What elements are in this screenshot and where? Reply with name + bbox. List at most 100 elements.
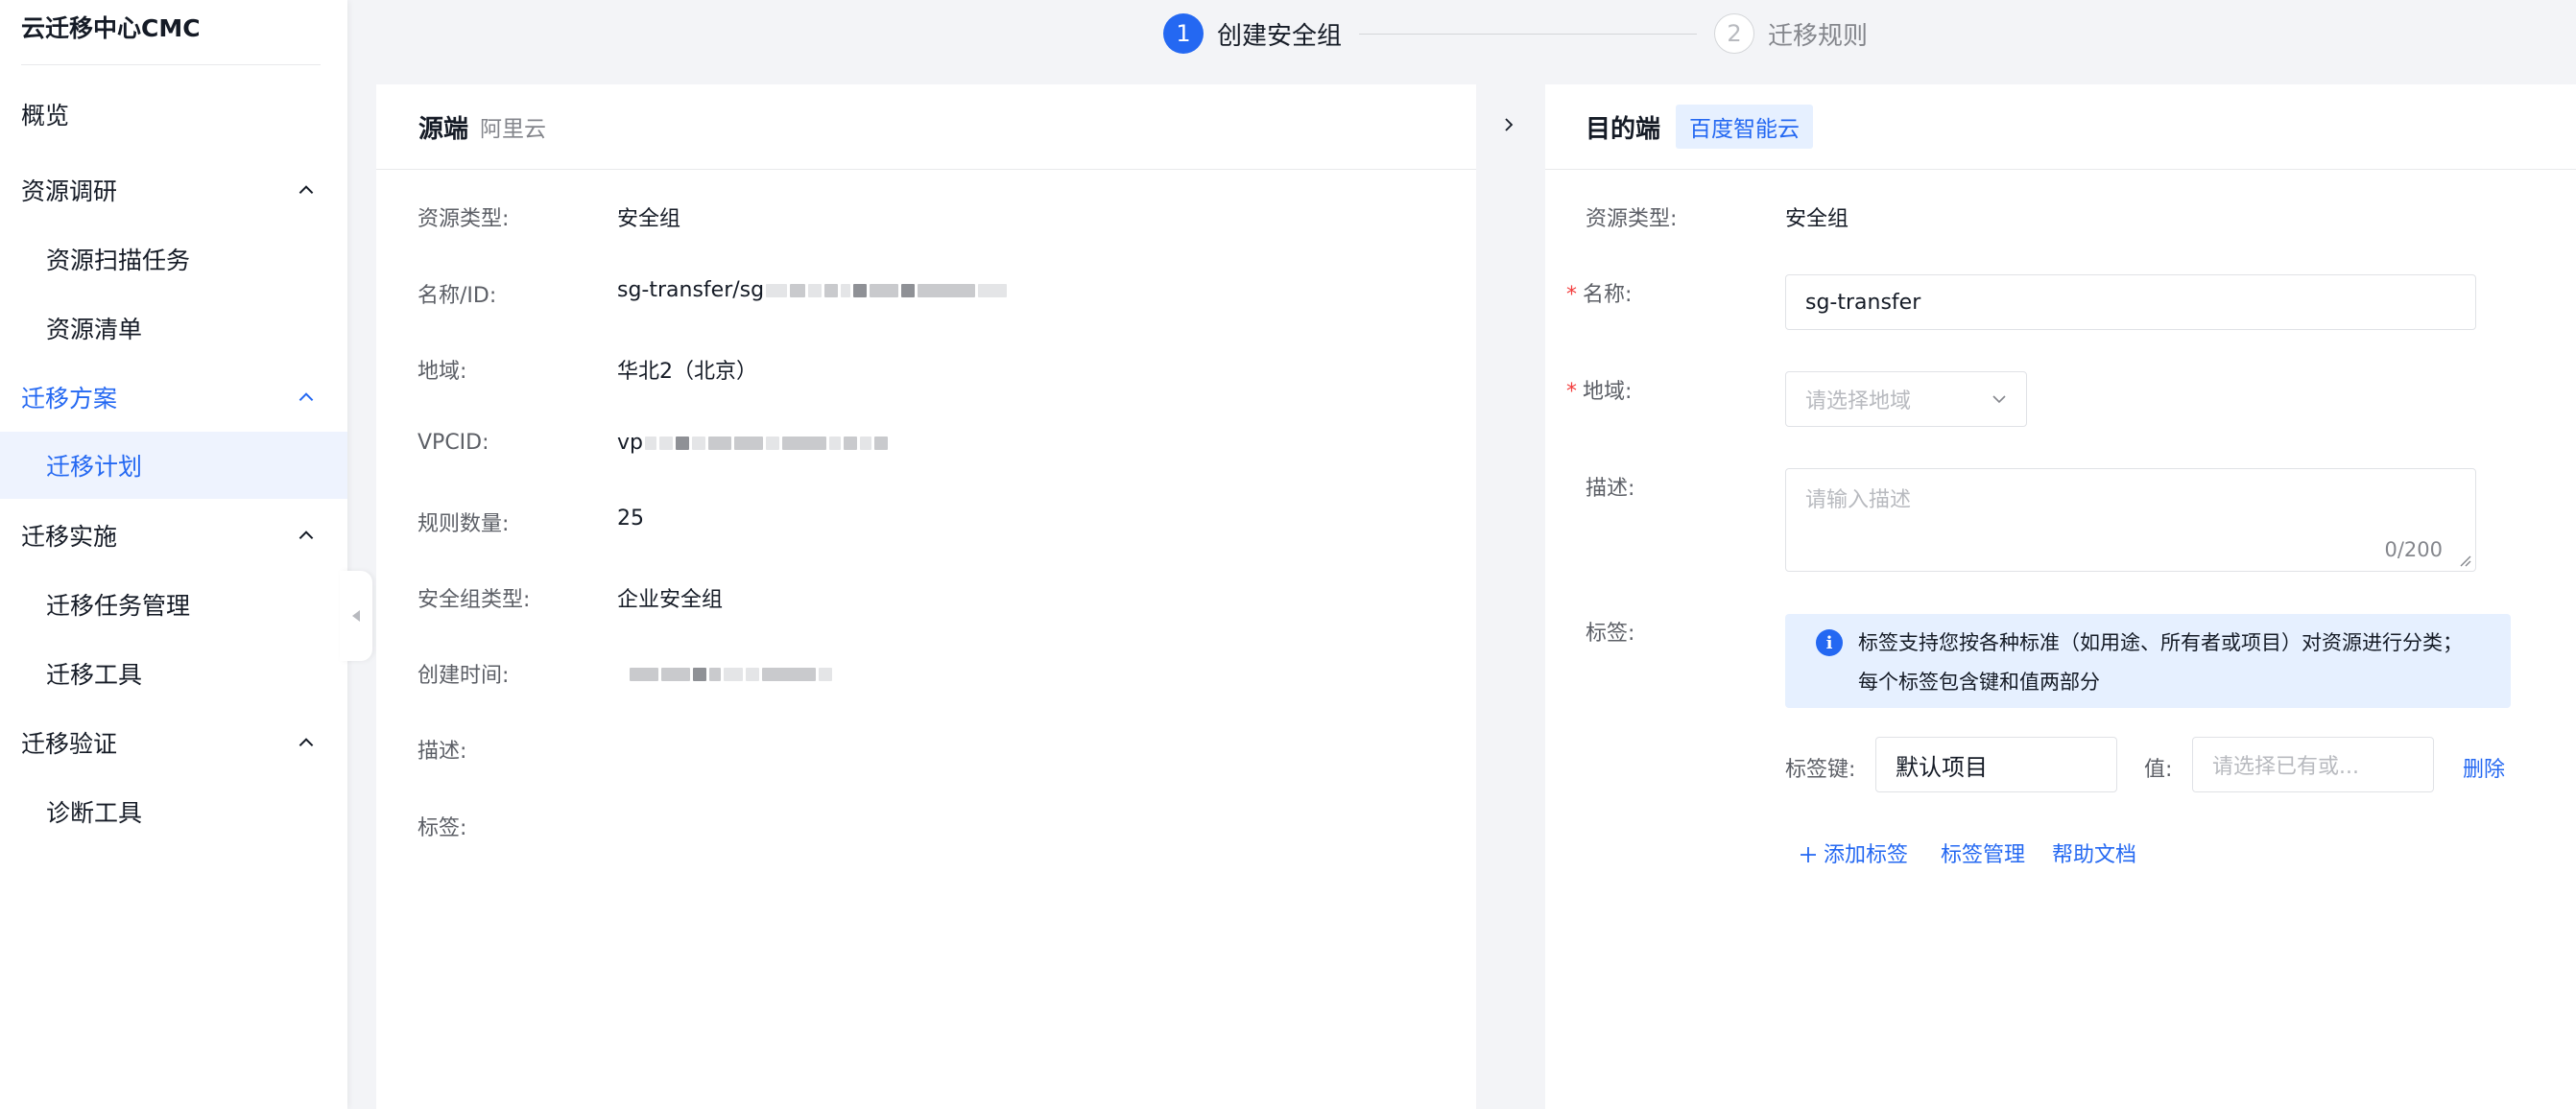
source-tags-label: 标签: bbox=[417, 816, 467, 840]
tag-manage-link[interactable]: 标签管理 bbox=[1941, 838, 2025, 868]
source-title: 源端 bbox=[418, 114, 469, 144]
source-provider: 阿里云 bbox=[480, 117, 547, 142]
tag-delete-link[interactable]: 删除 bbox=[2463, 752, 2505, 783]
sidebar-collapse-handle[interactable] bbox=[340, 571, 372, 661]
target-region-label-row: * 地域: bbox=[1566, 374, 1632, 405]
redacted-id bbox=[766, 284, 1008, 297]
sidebar-item-label: 资源清单 bbox=[46, 316, 143, 343]
sidebar-group-resource-survey[interactable]: 资源调研 bbox=[0, 156, 347, 224]
sidebar: 云迁移中心CMC 概览 资源调研 资源扫描任务 资源清单 迁移方案 迁移计划 迁… bbox=[0, 0, 347, 1109]
sidebar-item-migration-tools[interactable]: 迁移工具 bbox=[0, 640, 347, 707]
source-region-value: 华北2（北京） bbox=[617, 360, 757, 384]
step-1-number: 1 bbox=[1163, 13, 1204, 54]
target-card: 目的端 百度智能云 bbox=[1545, 84, 2576, 1109]
info-icon: i bbox=[1816, 629, 1843, 656]
add-tag-button[interactable]: 添加标签 bbox=[1799, 838, 1908, 868]
app-title: 云迁移中心CMC bbox=[21, 14, 201, 42]
sidebar-item-migration-task-manage[interactable]: 迁移任务管理 bbox=[0, 571, 347, 638]
source-name-id-row: sg-transfer/sg bbox=[617, 278, 1008, 302]
step-connector bbox=[1359, 33, 1698, 35]
target-region-label: 地域: bbox=[1583, 380, 1633, 404]
tag-value-select[interactable]: 请选择已有或... bbox=[2192, 737, 2434, 792]
sidebar-item-label: 迁移计划 bbox=[46, 453, 143, 481]
source-desc-label: 描述: bbox=[417, 740, 467, 764]
target-desc-placeholder: 请输入描述 bbox=[1805, 488, 1912, 512]
source-resource-type-value: 安全组 bbox=[617, 207, 681, 231]
source-resource-type-label: 资源类型: bbox=[417, 207, 510, 231]
source-card-header: 源端 阿里云 bbox=[376, 84, 1476, 170]
sidebar-item-diagnose-tools[interactable]: 诊断工具 bbox=[0, 778, 347, 845]
sidebar-item-resource-scan-task[interactable]: 资源扫描任务 bbox=[0, 225, 347, 293]
target-tags-label: 标签: bbox=[1586, 622, 1635, 646]
help-doc-link[interactable]: 帮助文档 bbox=[2052, 838, 2136, 868]
source-name-id-value: sg-transfer/sg bbox=[617, 278, 765, 302]
sidebar-group-migration-verify[interactable]: 迁移验证 bbox=[0, 709, 347, 776]
source-card: 源端 阿里云 bbox=[376, 84, 1476, 1109]
tag-key-select[interactable]: 默认项目 bbox=[1875, 737, 2117, 792]
sidebar-group-migration-plan[interactable]: 迁移方案 bbox=[0, 364, 347, 431]
redacted-vpcid bbox=[644, 437, 888, 450]
sidebar-item-overview[interactable]: 概览 bbox=[0, 81, 347, 148]
target-region-placeholder: 请选择地域 bbox=[1805, 389, 1912, 413]
source-vpcid-value: vp bbox=[617, 431, 643, 455]
sidebar-item-label: 迁移方案 bbox=[21, 385, 118, 413]
source-region-label: 地域: bbox=[417, 360, 467, 384]
target-provider-badge: 百度智能云 bbox=[1676, 105, 1814, 149]
resize-handle-icon[interactable] bbox=[2458, 554, 2471, 567]
source-created-time-label: 创建时间: bbox=[417, 664, 510, 688]
source-name-id-label: 名称/ID: bbox=[417, 284, 497, 308]
target-name-input-value: sg-transfer bbox=[1805, 290, 1921, 315]
sidebar-group-migration-impl[interactable]: 迁移实施 bbox=[0, 502, 347, 569]
sidebar-item-label: 概览 bbox=[21, 102, 70, 130]
step-2-label: 迁移规则 bbox=[1768, 21, 1869, 51]
tags-info-box: i 标签支持您按各种标准（如用途、所有者或项目）对资源进行分类； 每个标签包含键… bbox=[1785, 614, 2511, 708]
source-sg-type-value: 企业安全组 bbox=[617, 588, 724, 612]
source-sg-type-label: 安全组类型: bbox=[417, 588, 531, 612]
source-rule-count-label: 规则数量: bbox=[417, 512, 510, 536]
tag-key-label: 标签键: bbox=[1785, 758, 1856, 782]
chevron-up-icon bbox=[296, 179, 317, 201]
chevron-right-icon bbox=[1505, 118, 1514, 131]
step-2-number: 2 bbox=[1714, 13, 1755, 54]
sidebar-item-label: 迁移验证 bbox=[21, 730, 118, 758]
sidebar-item-label: 迁移任务管理 bbox=[46, 592, 191, 620]
plus-icon bbox=[1801, 847, 1816, 862]
sidebar-item-migration-schedule[interactable]: 迁移计划 bbox=[0, 432, 347, 499]
chevron-up-icon bbox=[296, 387, 317, 408]
source-vpcid-row: vp bbox=[617, 431, 888, 455]
required-mark: * bbox=[1566, 380, 1577, 404]
chevron-down-icon bbox=[1992, 395, 2006, 404]
source-rule-count-value: 25 bbox=[617, 507, 644, 531]
chevron-up-icon bbox=[296, 732, 317, 753]
sidebar-item-label: 迁移实施 bbox=[21, 523, 118, 551]
target-desc-label: 描述: bbox=[1586, 477, 1635, 501]
sidebar-divider bbox=[21, 64, 321, 65]
target-resource-type-label: 资源类型: bbox=[1586, 207, 1678, 231]
sidebar-item-label: 资源调研 bbox=[21, 177, 118, 205]
tag-value-placeholder: 请选择已有或... bbox=[2212, 755, 2359, 779]
target-region-select[interactable]: 请选择地域 bbox=[1785, 371, 2027, 427]
sidebar-item-label: 迁移工具 bbox=[46, 661, 143, 689]
source-created-time-value bbox=[628, 662, 832, 686]
source-vpcid-label: VPCID: bbox=[417, 431, 489, 455]
tag-key-value: 默认项目 bbox=[1896, 753, 1988, 781]
required-mark: * bbox=[1566, 283, 1577, 307]
target-card-header: 目的端 百度智能云 bbox=[1545, 84, 2576, 170]
target-name-input[interactable]: sg-transfer bbox=[1785, 274, 2476, 330]
chevron-up-icon bbox=[296, 525, 317, 546]
target-desc-counter: 0/200 bbox=[2384, 538, 2443, 561]
redacted-created-time bbox=[630, 668, 832, 681]
tag-value-label: 值: bbox=[2144, 758, 2173, 782]
sidebar-item-label: 资源扫描任务 bbox=[46, 247, 191, 274]
add-tag-label: 添加标签 bbox=[1824, 843, 1909, 867]
target-name-label: 名称: bbox=[1583, 283, 1633, 307]
target-title: 目的端 bbox=[1586, 114, 1661, 144]
caret-left-icon bbox=[352, 610, 360, 622]
target-name-label-row: * 名称: bbox=[1566, 277, 1632, 308]
tags-info-text: 标签支持您按各种标准（如用途、所有者或项目）对资源进行分类； 每个标签包含键和值… bbox=[1858, 624, 2501, 702]
target-desc-textarea[interactable]: 请输入描述 0/200 bbox=[1785, 468, 2476, 572]
target-resource-type-value: 安全组 bbox=[1785, 207, 1849, 231]
sidebar-item-resource-list[interactable]: 资源清单 bbox=[0, 295, 347, 362]
sidebar-item-label: 诊断工具 bbox=[46, 799, 143, 827]
tags-info-line-1: 标签支持您按各种标准（如用途、所有者或项目）对资源进行分类； bbox=[1858, 631, 2463, 654]
